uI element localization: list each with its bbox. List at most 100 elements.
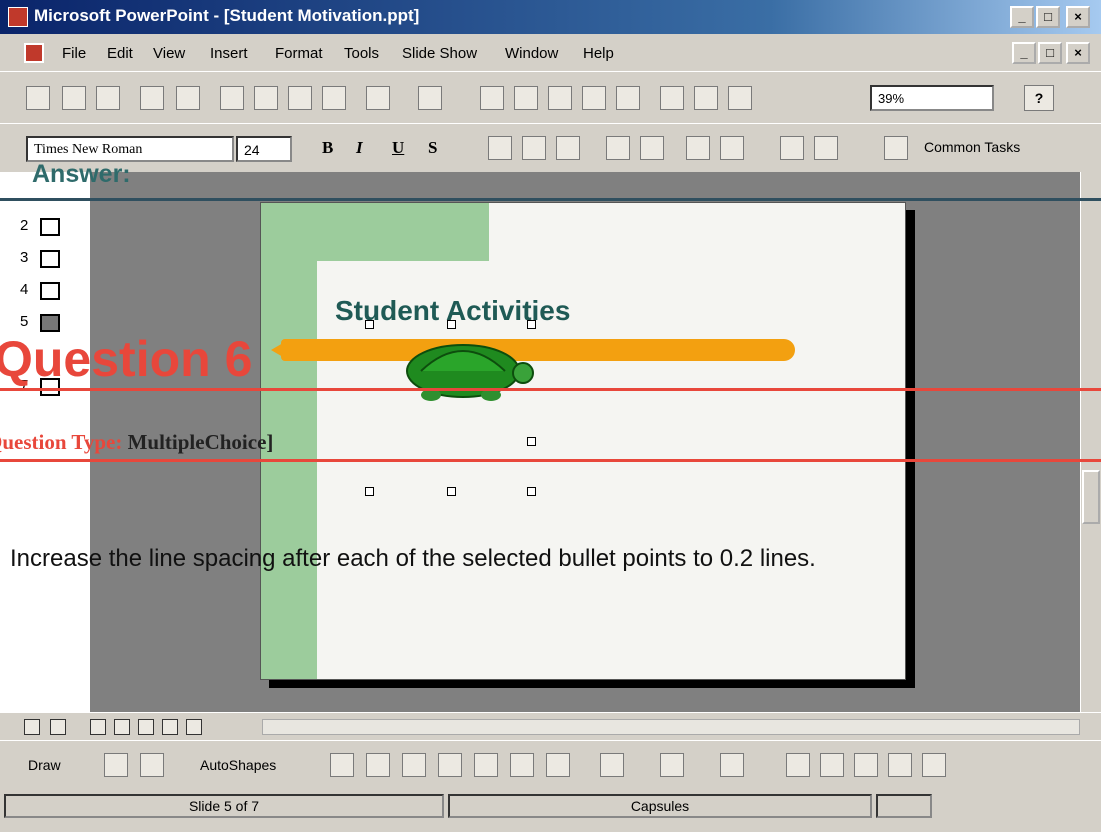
- new-icon[interactable]: [26, 86, 50, 110]
- underline-button[interactable]: U: [392, 138, 404, 158]
- slide-accent-band-top: [261, 203, 489, 261]
- slide-thumbnail[interactable]: [40, 250, 60, 268]
- promote-icon[interactable]: [780, 136, 804, 160]
- selection-handle[interactable]: [527, 320, 536, 329]
- text-box-icon[interactable]: [474, 753, 498, 777]
- menu-window[interactable]: Window: [505, 45, 558, 62]
- selection-handle[interactable]: [365, 320, 374, 329]
- dash-style-icon[interactable]: [820, 753, 844, 777]
- slide-show-icon[interactable]: [186, 719, 202, 735]
- cut-icon[interactable]: [220, 86, 244, 110]
- menu-help[interactable]: Help: [583, 45, 614, 62]
- free-rotate-icon[interactable]: [140, 753, 164, 777]
- line-color-icon[interactable]: [660, 753, 684, 777]
- minimize-button[interactable]: _: [1010, 6, 1034, 28]
- open-icon[interactable]: [62, 86, 86, 110]
- 3d-icon[interactable]: [922, 753, 946, 777]
- zoom-dropdown[interactable]: 39%: [870, 85, 994, 111]
- selection-handle[interactable]: [447, 320, 456, 329]
- align-right-icon[interactable]: [556, 136, 580, 160]
- slide-number: 3: [20, 249, 29, 266]
- arrow-icon[interactable]: [366, 753, 390, 777]
- new-slide-icon[interactable]: [616, 86, 640, 110]
- show-formatting-icon[interactable]: [694, 86, 718, 110]
- undo-icon[interactable]: [366, 86, 390, 110]
- turtle-clipart[interactable]: [381, 325, 541, 405]
- shadow-button[interactable]: S: [428, 138, 437, 158]
- print-icon[interactable]: [140, 86, 164, 110]
- increase-font-size-icon[interactable]: [686, 136, 710, 160]
- menu-tools[interactable]: Tools: [344, 45, 379, 62]
- scroll-right-icon[interactable]: [50, 719, 66, 735]
- slide-view-icon[interactable]: [138, 719, 154, 735]
- shadow-icon[interactable]: [888, 753, 912, 777]
- arrow-style-icon[interactable]: [854, 753, 878, 777]
- menu-insert[interactable]: Insert: [210, 45, 248, 62]
- autoshapes-menu-button[interactable]: AutoShapes: [200, 757, 276, 773]
- paste-icon[interactable]: [288, 86, 312, 110]
- expand-all-icon[interactable]: [660, 86, 684, 110]
- selection-handle[interactable]: [527, 437, 536, 446]
- draw-menu-button[interactable]: Draw: [28, 757, 61, 773]
- bold-button[interactable]: B: [322, 138, 333, 158]
- document-icon[interactable]: [24, 43, 44, 63]
- menu-view[interactable]: View: [153, 45, 185, 62]
- selection-handle[interactable]: [447, 487, 456, 496]
- doc-minimize-button[interactable]: _: [1012, 42, 1036, 64]
- numbering-icon[interactable]: [606, 136, 630, 160]
- bullets-icon[interactable]: [640, 136, 664, 160]
- scrollbar-thumb[interactable]: [1082, 470, 1100, 524]
- font-name-dropdown[interactable]: Times New Roman: [26, 136, 234, 162]
- clip-art-icon[interactable]: [546, 753, 570, 777]
- powerpoint-app-icon[interactable]: [8, 7, 28, 27]
- rectangle-icon[interactable]: [402, 753, 426, 777]
- wordart-icon[interactable]: [510, 753, 534, 777]
- line-style-icon[interactable]: [786, 753, 810, 777]
- scroll-left-icon[interactable]: [24, 719, 40, 735]
- close-button[interactable]: ×: [1066, 6, 1090, 28]
- font-color-icon[interactable]: [720, 753, 744, 777]
- oval-icon[interactable]: [438, 753, 462, 777]
- line-icon[interactable]: [330, 753, 354, 777]
- selection-handle[interactable]: [527, 487, 536, 496]
- align-left-icon[interactable]: [488, 136, 512, 160]
- hyperlink-icon[interactable]: [480, 86, 504, 110]
- slide-thumbnail[interactable]: [40, 218, 60, 236]
- normal-view-icon[interactable]: [90, 719, 106, 735]
- select-pointer-icon[interactable]: [104, 753, 128, 777]
- copy-icon[interactable]: [254, 86, 278, 110]
- redo-icon[interactable]: [418, 86, 442, 110]
- tables-icon[interactable]: [514, 86, 538, 110]
- vertical-scrollbar[interactable]: [1080, 172, 1101, 712]
- menu-slide-show[interactable]: Slide Show: [402, 45, 477, 62]
- save-icon[interactable]: [96, 86, 120, 110]
- grayscale-icon[interactable]: [728, 86, 752, 110]
- menu-file[interactable]: File: [62, 45, 86, 62]
- menu-format[interactable]: Format: [275, 45, 323, 62]
- common-tasks-icon[interactable]: [884, 136, 908, 160]
- align-center-icon[interactable]: [522, 136, 546, 160]
- slide-thumbnail[interactable]: [40, 282, 60, 300]
- help-icon[interactable]: ?: [1024, 85, 1054, 111]
- decrease-font-size-icon[interactable]: [720, 136, 744, 160]
- fill-color-icon[interactable]: [600, 753, 624, 777]
- selection-handle[interactable]: [365, 487, 374, 496]
- spelling-icon[interactable]: [176, 86, 200, 110]
- slide-canvas[interactable]: Student Activities: [260, 202, 906, 680]
- demote-icon[interactable]: [814, 136, 838, 160]
- insert-chart-icon[interactable]: [582, 86, 606, 110]
- italic-button[interactable]: I: [356, 138, 363, 158]
- format-painter-icon[interactable]: [322, 86, 346, 110]
- horizontal-scrollbar[interactable]: [262, 719, 1080, 735]
- maximize-button[interactable]: □: [1036, 6, 1060, 28]
- slide-sorter-icon[interactable]: [162, 719, 178, 735]
- font-size-dropdown[interactable]: 24: [236, 136, 292, 162]
- common-tasks-button[interactable]: Common Tasks: [924, 139, 1020, 155]
- question-type-label: Question Type:: [0, 430, 123, 454]
- menu-edit[interactable]: Edit: [107, 45, 133, 62]
- outline-view-icon[interactable]: [114, 719, 130, 735]
- insert-table-icon[interactable]: [548, 86, 572, 110]
- status-slide-count: Slide 5 of 7: [4, 794, 444, 818]
- doc-restore-button[interactable]: □: [1038, 42, 1062, 64]
- doc-close-button[interactable]: ×: [1066, 42, 1090, 64]
